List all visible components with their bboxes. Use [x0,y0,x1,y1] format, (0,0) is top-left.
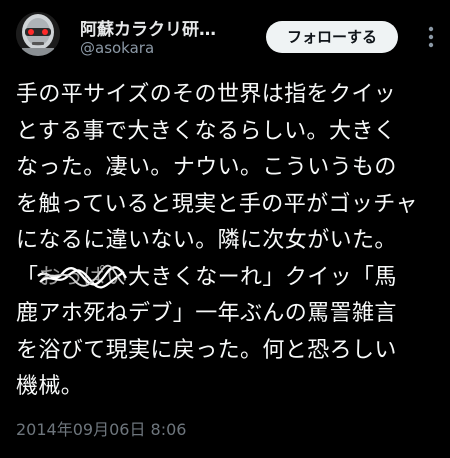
scribble-overlay [37,264,128,288]
tweet-line: を触っていると現実と手の平がゴッチャ [16,191,418,217]
follow-button[interactable]: フォローする [266,21,398,53]
more-options-button[interactable] [421,24,441,50]
tweet-line: なった。凄い。ナウい。こういうもの [16,155,397,180]
tweet-line: とする事で大きくなるらしい。大きく [16,118,397,144]
tweet-fragment: 大きくなーれ」クイッ「馬 [128,264,397,290]
tweet-line: 「おっぱい 大きくなーれ」クイッ「馬 [16,260,444,297]
display-name[interactable]: 阿蘇カラクリ研… [80,15,216,40]
tweet-header: 阿蘇カラクリ研… @asokara フォローする [0,0,450,68]
tweet-timestamp[interactable]: 2014年09月06日 8:06 [16,416,186,440]
tweet-line: 鹿アホ死ねデブ」一年ぶんの罵詈雑言 [16,301,397,326]
robot-face-icon [16,12,60,56]
avatar[interactable] [16,12,60,56]
tweet-line: 手の平サイズのその世界は指をクイッ [16,82,397,107]
user-handle[interactable]: @asokara [80,39,154,57]
tweet-line: 機械。 [16,374,84,399]
tweet-text: 手の平サイズのその世界は指をクイッ とする事で大きくなるらしい。大きく なった。… [16,77,444,406]
more-vertical-icon [428,26,434,48]
redacted-word: おっぱい [37,260,128,297]
tweet-fragment: 「 [16,264,39,290]
tweet-line: を浴びて現実に戻った。何と恐ろしい [16,337,397,363]
tweet-line: になるに違いない。隣に次女がいた。 [16,228,397,253]
